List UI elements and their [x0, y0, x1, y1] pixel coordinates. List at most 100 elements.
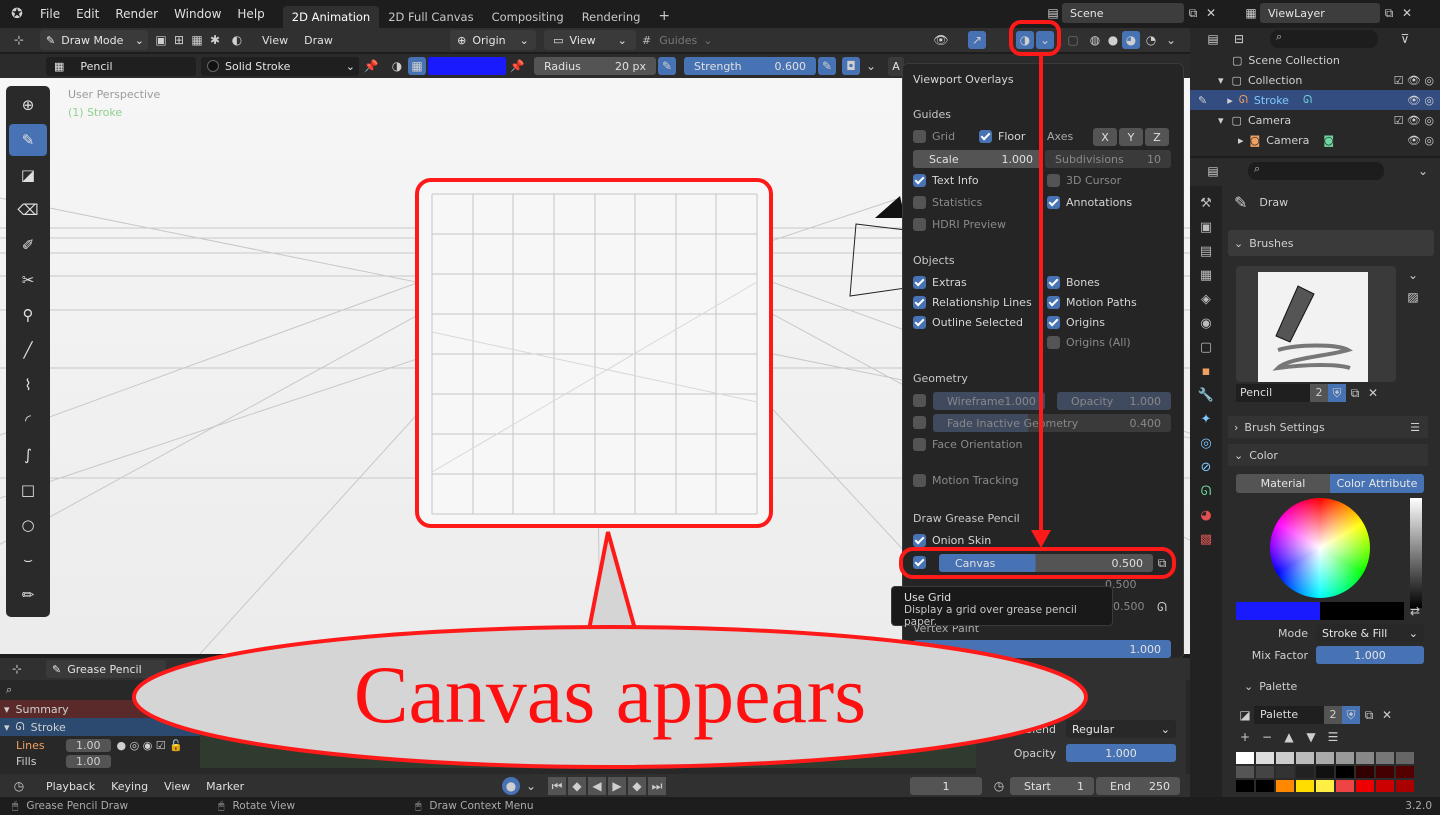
editor-type-icon[interactable]: ▤ [1204, 30, 1222, 48]
subdivisions-field[interactable]: Subdivisions 10 [1045, 150, 1171, 168]
chevron-down-icon[interactable]: ⌄ [522, 777, 540, 795]
menu-window[interactable]: Window [166, 7, 229, 21]
axis-y-toggle[interactable]: Y [1119, 128, 1143, 146]
mode-dropdown[interactable]: Stroke & Fill ⌄ [1316, 624, 1424, 642]
menu-playback[interactable]: Playback [38, 780, 103, 793]
outliner-row-camera-object[interactable]: ▸ ◙ Camera ◙ 👁 ◎ [1190, 130, 1440, 150]
chevron-down-icon[interactable]: ⌄ [1162, 31, 1180, 49]
scene-field[interactable]: Scene [1062, 3, 1184, 23]
3d-cursor-checkbox[interactable]: 3D Cursor [1047, 174, 1121, 187]
face-orientation-checkbox[interactable]: Face Orientation [913, 438, 1022, 451]
relationship-lines-checkbox[interactable]: Relationship Lines [913, 296, 1032, 309]
menu-draw[interactable]: Draw [296, 34, 341, 47]
solid-shading-icon[interactable]: ● [1104, 31, 1122, 49]
current-frame-field[interactable]: 1 [910, 777, 982, 795]
duplicate-icon[interactable]: ⧉ [1360, 706, 1378, 724]
fills-row[interactable]: Fills 1.00 [0, 754, 200, 768]
properties-search-input[interactable]: ⌕ [1248, 162, 1384, 180]
visibility-icons[interactable]: 👁 ◎ [1407, 134, 1434, 147]
chevron-down-icon[interactable]: ⌄ [1414, 162, 1432, 180]
end-frame-field[interactable]: End 250 [1096, 777, 1180, 795]
origins-checkbox[interactable]: Origins [1047, 316, 1105, 329]
text-info-checkbox[interactable]: Text Info [913, 174, 979, 187]
origins-all-checkbox[interactable]: Origins (All) [1047, 336, 1131, 349]
motion-tracking-checkbox[interactable]: Motion Tracking [913, 474, 1019, 487]
floor-checkbox[interactable]: Floor [979, 130, 1025, 143]
view-layer-tab-icon[interactable]: ▦ [1200, 268, 1212, 283]
statistics-checkbox[interactable]: Statistics [913, 196, 982, 209]
blend-dropdown[interactable]: Regular ⌄ [1066, 720, 1176, 738]
mix-factor-field[interactable]: 1.000 [1316, 646, 1424, 664]
close-icon[interactable]: ✕ [1378, 706, 1396, 724]
editor-type-icon[interactable]: ⊹ [10, 31, 28, 49]
grid-checkbox[interactable]: Grid [913, 130, 955, 143]
fake-user-icon[interactable]: ⛨ [1328, 384, 1346, 402]
value-slider[interactable] [1410, 498, 1422, 608]
add-workspace-button[interactable]: + [649, 4, 679, 28]
arc-tool-icon[interactable]: ◜ [9, 404, 47, 436]
brush-name-field[interactable]: Pencil [1236, 384, 1310, 402]
stabilize-icon[interactable]: ◘ [842, 57, 860, 75]
output-tab-icon[interactable]: ▤ [1200, 244, 1212, 259]
view-layer-icon[interactable]: ▦ [1242, 4, 1260, 22]
view-dropdown[interactable]: ▭ View ⌄ [544, 30, 636, 50]
world-tab-icon[interactable]: ◉ [1200, 316, 1211, 331]
select-box-icon[interactable]: ▣ [152, 31, 170, 49]
pressure-icon[interactable]: ✎ [658, 57, 676, 75]
strength-field[interactable]: Strength 0.600 [684, 57, 816, 75]
multiframe-icon[interactable]: ⊞ [170, 31, 188, 49]
tab-compositing[interactable]: Compositing [483, 6, 573, 28]
visibility-icons[interactable]: 👁 ◎ [1407, 94, 1434, 107]
object-tab-icon[interactable]: ▪ [1202, 364, 1211, 379]
menu-marker[interactable]: Marker [198, 780, 252, 793]
fade-checkbox[interactable] [913, 416, 932, 429]
curve-tool-icon[interactable]: ∫ [9, 439, 47, 471]
image-icon[interactable]: ▨ [1404, 288, 1422, 306]
palette-icon[interactable]: ◪ [1236, 706, 1254, 724]
use-grid-checkbox[interactable] [913, 556, 932, 569]
fake-user-icon[interactable]: ⛨ [1342, 706, 1360, 724]
wireframe-checkbox[interactable] [913, 394, 932, 407]
palette-users-count[interactable]: 2 [1324, 706, 1342, 724]
swap-colors-icon[interactable]: ⇄ [1406, 602, 1424, 620]
motion-paths-checkbox[interactable]: Motion Paths [1047, 296, 1137, 309]
tab-color-attribute[interactable]: Color Attribute [1330, 474, 1424, 493]
layer-opacity-field[interactable]: 1.000 [1066, 744, 1176, 762]
visibility-icon[interactable]: 👁 [932, 31, 950, 49]
chevron-down-icon[interactable]: ⌄ [1404, 266, 1422, 284]
tab-rendering[interactable]: Rendering [573, 6, 650, 28]
move-down-icon[interactable]: ▼ [1302, 728, 1320, 746]
pin-icon[interactable]: 📌 [508, 57, 526, 75]
origin-dropdown[interactable]: ⊕ Origin ⌄ [450, 30, 536, 50]
menu-help[interactable]: Help [229, 7, 272, 21]
lines-opacity[interactable]: 1.00 [66, 738, 111, 752]
visibility-icons[interactable]: ☑ 👁 ◎ [1394, 74, 1434, 87]
menu-file[interactable]: File [32, 7, 68, 21]
scale-field[interactable]: Scale 1.000 [913, 150, 1043, 168]
data-tab-icon[interactable]: ᘏ [1201, 484, 1212, 499]
fill-tool-icon[interactable]: ◪ [9, 159, 47, 191]
filter-icon[interactable]: ⊽ [1396, 30, 1414, 48]
fade-inactive-field[interactable]: Fade Inactive Geometry 0.400 [933, 414, 1171, 432]
visibility-icons[interactable]: ☑ 👁 ◎ [1394, 114, 1434, 127]
tab-2d-animation[interactable]: 2D Animation [282, 6, 380, 28]
tab-2d-full-canvas[interactable]: 2D Full Canvas [379, 6, 482, 28]
play-icon[interactable]: ▶ [608, 777, 626, 795]
mode-dropdown[interactable]: ✎ Draw Mode ⌄ [40, 30, 148, 50]
radius-field[interactable]: Radius 20 px [534, 57, 656, 75]
brush-users-count[interactable]: 2 [1310, 384, 1328, 402]
constraint-tab-icon[interactable]: ⊘ [1201, 460, 1212, 475]
bones-checkbox[interactable]: Bones [1047, 276, 1100, 289]
brush-color-swatch[interactable] [428, 57, 506, 75]
outline-selected-checkbox[interactable]: Outline Selected [913, 316, 1023, 329]
brush-preview[interactable] [1236, 266, 1396, 382]
hdri-preview-checkbox[interactable]: HDRI Preview [913, 218, 1006, 231]
pin-icon[interactable]: 📌 [362, 57, 380, 75]
vertex-color-icon[interactable]: ▦ [408, 57, 426, 75]
close-icon[interactable]: ✕ [1398, 4, 1416, 22]
chevron-down-icon[interactable]: ⌄ [862, 57, 880, 75]
canvas-opacity-field[interactable]: Canvas 0.500 [939, 554, 1153, 572]
new-scene-icon[interactable]: ⧉ [1184, 4, 1202, 22]
color-panel-header[interactable]: ⌄ Color [1228, 444, 1428, 466]
move-up-icon[interactable]: ▲ [1280, 728, 1298, 746]
